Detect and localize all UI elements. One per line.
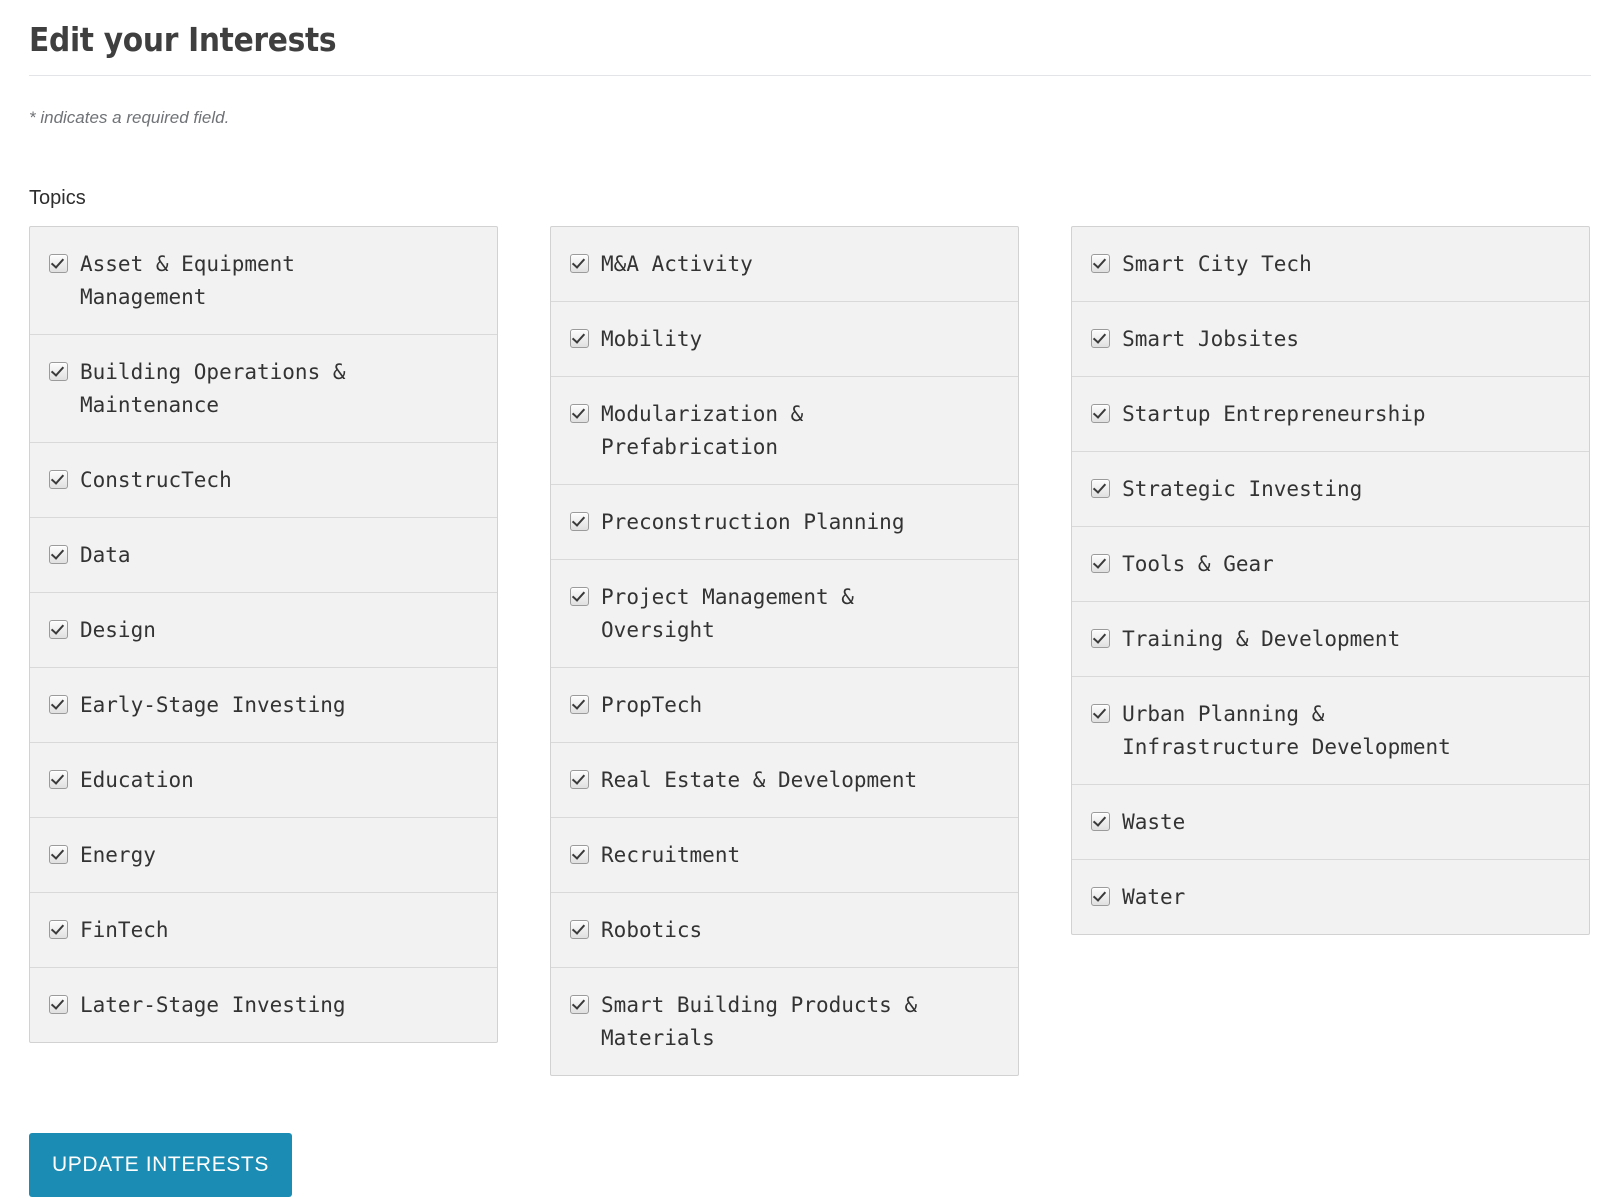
checkbox-checked-icon[interactable] xyxy=(49,362,68,382)
checkbox-checked-icon[interactable] xyxy=(570,329,590,349)
checkbox-checked-icon[interactable] xyxy=(49,620,68,640)
topic-checkbox-label: Asset & Equipment Management xyxy=(80,252,295,310)
topic-checkbox-label: Robotics xyxy=(601,918,703,943)
checkbox-checked-icon[interactable] xyxy=(570,404,590,424)
checkbox-checked-icon[interactable] xyxy=(49,995,68,1015)
topic-checkbox-label: Training & Development xyxy=(1122,627,1401,652)
checkbox-checked-icon[interactable] xyxy=(570,254,590,274)
topic-checkbox-row[interactable]: Recruitment xyxy=(551,818,1019,894)
topic-checkbox-row[interactable]: Smart City Tech xyxy=(1072,227,1589,303)
checkbox-column-3: Smart City Tech Smart Jobsites Startup Ent… xyxy=(1071,226,1590,936)
topic-checkbox-label: PropTech xyxy=(601,693,703,718)
checkbox-checked-icon[interactable] xyxy=(49,770,68,790)
topic-checkbox-label: Building Operations & Maintenance xyxy=(80,360,346,418)
update-interests-button[interactable]: UPDATE INTERESTS xyxy=(29,1133,292,1198)
topic-checkbox-row[interactable]: Robotics xyxy=(551,893,1019,969)
topic-checkbox-row[interactable]: Water xyxy=(1072,860,1589,934)
topic-checkbox-row[interactable]: Real Estate & Development xyxy=(551,743,1019,819)
checkbox-column-2: M&A Activity Mobility Modularization & Pre… xyxy=(550,226,1020,1077)
checkbox-checked-icon[interactable] xyxy=(49,920,68,940)
checkbox-checked-icon[interactable] xyxy=(1091,887,1111,907)
checkbox-checked-icon[interactable] xyxy=(1091,329,1111,349)
topic-checkbox-label: ConstrucTech xyxy=(80,468,232,493)
topic-checkbox-row[interactable]: Project Management & Oversight xyxy=(551,560,1019,669)
checkbox-checked-icon[interactable] xyxy=(1091,404,1111,424)
checkbox-checked-icon[interactable] xyxy=(570,995,590,1015)
checkbox-column-1: Asset & Equipment Management Building Ope… xyxy=(29,226,499,1044)
topic-checkbox-row[interactable]: Smart Jobsites xyxy=(1072,302,1589,378)
checkbox-checked-icon[interactable] xyxy=(570,695,590,715)
checkbox-checked-icon[interactable] xyxy=(570,845,590,865)
topic-checkbox-label: Energy xyxy=(80,843,156,868)
topic-checkbox-label: Tools & Gear xyxy=(1122,552,1274,577)
checkbox-checked-icon[interactable] xyxy=(49,695,68,715)
topics-checkbox-columns: Asset & Equipment Management Building Ope… xyxy=(28,210,1590,1077)
checkbox-checked-icon[interactable] xyxy=(49,845,68,865)
topic-checkbox-row[interactable]: Later-Stage Investing xyxy=(30,968,497,1042)
topic-checkbox-row[interactable]: M&A Activity xyxy=(551,227,1019,303)
topic-checkbox-row[interactable]: Training & Development xyxy=(1072,602,1589,678)
checkbox-checked-icon[interactable] xyxy=(49,470,68,490)
topic-checkbox-row[interactable]: Smart Building Products & Materials xyxy=(551,968,1018,1075)
edit-interests-page: Edit your Interests * indicates a requir… xyxy=(0,0,1618,1200)
checkbox-checked-icon[interactable] xyxy=(49,254,68,274)
topic-checkbox-row[interactable]: Preconstruction Planning xyxy=(551,485,1019,561)
topic-checkbox-label: Mobility xyxy=(601,327,703,352)
checkbox-checked-icon[interactable] xyxy=(570,587,590,607)
checkbox-checked-icon[interactable] xyxy=(49,545,68,565)
checkbox-checked-icon[interactable] xyxy=(570,770,590,790)
submit-row: UPDATE INTERESTS xyxy=(28,1076,1590,1198)
checkbox-checked-icon[interactable] xyxy=(1091,812,1111,832)
page-title: Edit your Interests xyxy=(29,20,337,59)
checkbox-checked-icon[interactable] xyxy=(570,512,590,532)
topic-checkbox-row[interactable]: FinTech xyxy=(30,893,498,969)
topic-checkbox-row[interactable]: Strategic Investing xyxy=(1072,452,1589,528)
topic-checkbox-label: Design xyxy=(80,618,156,643)
topic-checkbox-label: Education xyxy=(80,768,194,793)
topic-checkbox-label: Smart Jobsites xyxy=(1122,327,1300,352)
topic-checkbox-row[interactable]: Tools & Gear xyxy=(1072,527,1589,603)
checkbox-checked-icon[interactable] xyxy=(1091,704,1111,724)
topic-checkbox-row[interactable]: Early-Stage Investing xyxy=(30,668,498,744)
topic-checkbox-label: Smart City Tech xyxy=(1122,252,1312,277)
topic-checkbox-row[interactable]: Mobility xyxy=(551,302,1019,378)
topic-checkbox-label: Early-Stage Investing xyxy=(80,693,346,718)
topics-label: Topics xyxy=(29,187,86,210)
topic-checkbox-row[interactable]: ConstrucTech xyxy=(30,443,498,519)
topic-checkbox-label: Urban Planning & Infrastructure Developm… xyxy=(1122,702,1451,760)
topic-checkbox-row[interactable]: Education xyxy=(30,743,498,819)
topic-checkbox-label: Smart Building Products & Materials xyxy=(601,993,918,1051)
topic-checkbox-label: Later-Stage Investing xyxy=(80,993,346,1018)
topic-checkbox-row[interactable]: Design xyxy=(30,593,498,669)
topic-checkbox-label: Preconstruction Planning xyxy=(601,510,905,535)
required-field-note: * indicates a required field. xyxy=(29,107,230,127)
topic-checkbox-label: Data xyxy=(80,543,131,568)
topic-checkbox-label: Modularization & Prefabrication xyxy=(601,402,804,460)
topic-checkbox-label: Recruitment xyxy=(601,843,741,868)
checkbox-checked-icon[interactable] xyxy=(1091,554,1111,574)
topic-checkbox-label: FinTech xyxy=(80,918,169,943)
checkbox-checked-icon[interactable] xyxy=(1091,479,1111,499)
checkbox-checked-icon[interactable] xyxy=(570,920,590,940)
topic-checkbox-label: Waste xyxy=(1122,810,1186,835)
topic-checkbox-row[interactable]: Modularization & Prefabrication xyxy=(551,377,1019,486)
topic-checkbox-label: Water xyxy=(1122,885,1186,910)
topic-checkbox-row[interactable]: PropTech xyxy=(551,668,1019,744)
topic-checkbox-label: Startup Entrepreneurship xyxy=(1122,402,1426,427)
checkbox-checked-icon[interactable] xyxy=(1091,629,1111,649)
topic-checkbox-row[interactable]: Data xyxy=(30,518,498,594)
topic-checkbox-row[interactable]: Building Operations & Maintenance xyxy=(30,335,498,444)
topic-checkbox-label: Project Management & Oversight xyxy=(601,585,854,643)
topic-checkbox-row[interactable]: Energy xyxy=(30,818,498,894)
topic-checkbox-label: Strategic Investing xyxy=(1122,477,1363,502)
topic-checkbox-row[interactable]: Asset & Equipment Management xyxy=(30,227,498,336)
topic-checkbox-row[interactable]: Urban Planning & Infrastructure Developm… xyxy=(1072,677,1589,786)
topic-checkbox-row[interactable]: Startup Entrepreneurship xyxy=(1072,377,1589,453)
topic-checkbox-label: Real Estate & Development xyxy=(601,768,918,793)
checkbox-checked-icon[interactable] xyxy=(1091,254,1111,274)
topic-checkbox-label: M&A Activity xyxy=(601,252,753,277)
topic-checkbox-row[interactable]: Waste xyxy=(1072,785,1589,861)
